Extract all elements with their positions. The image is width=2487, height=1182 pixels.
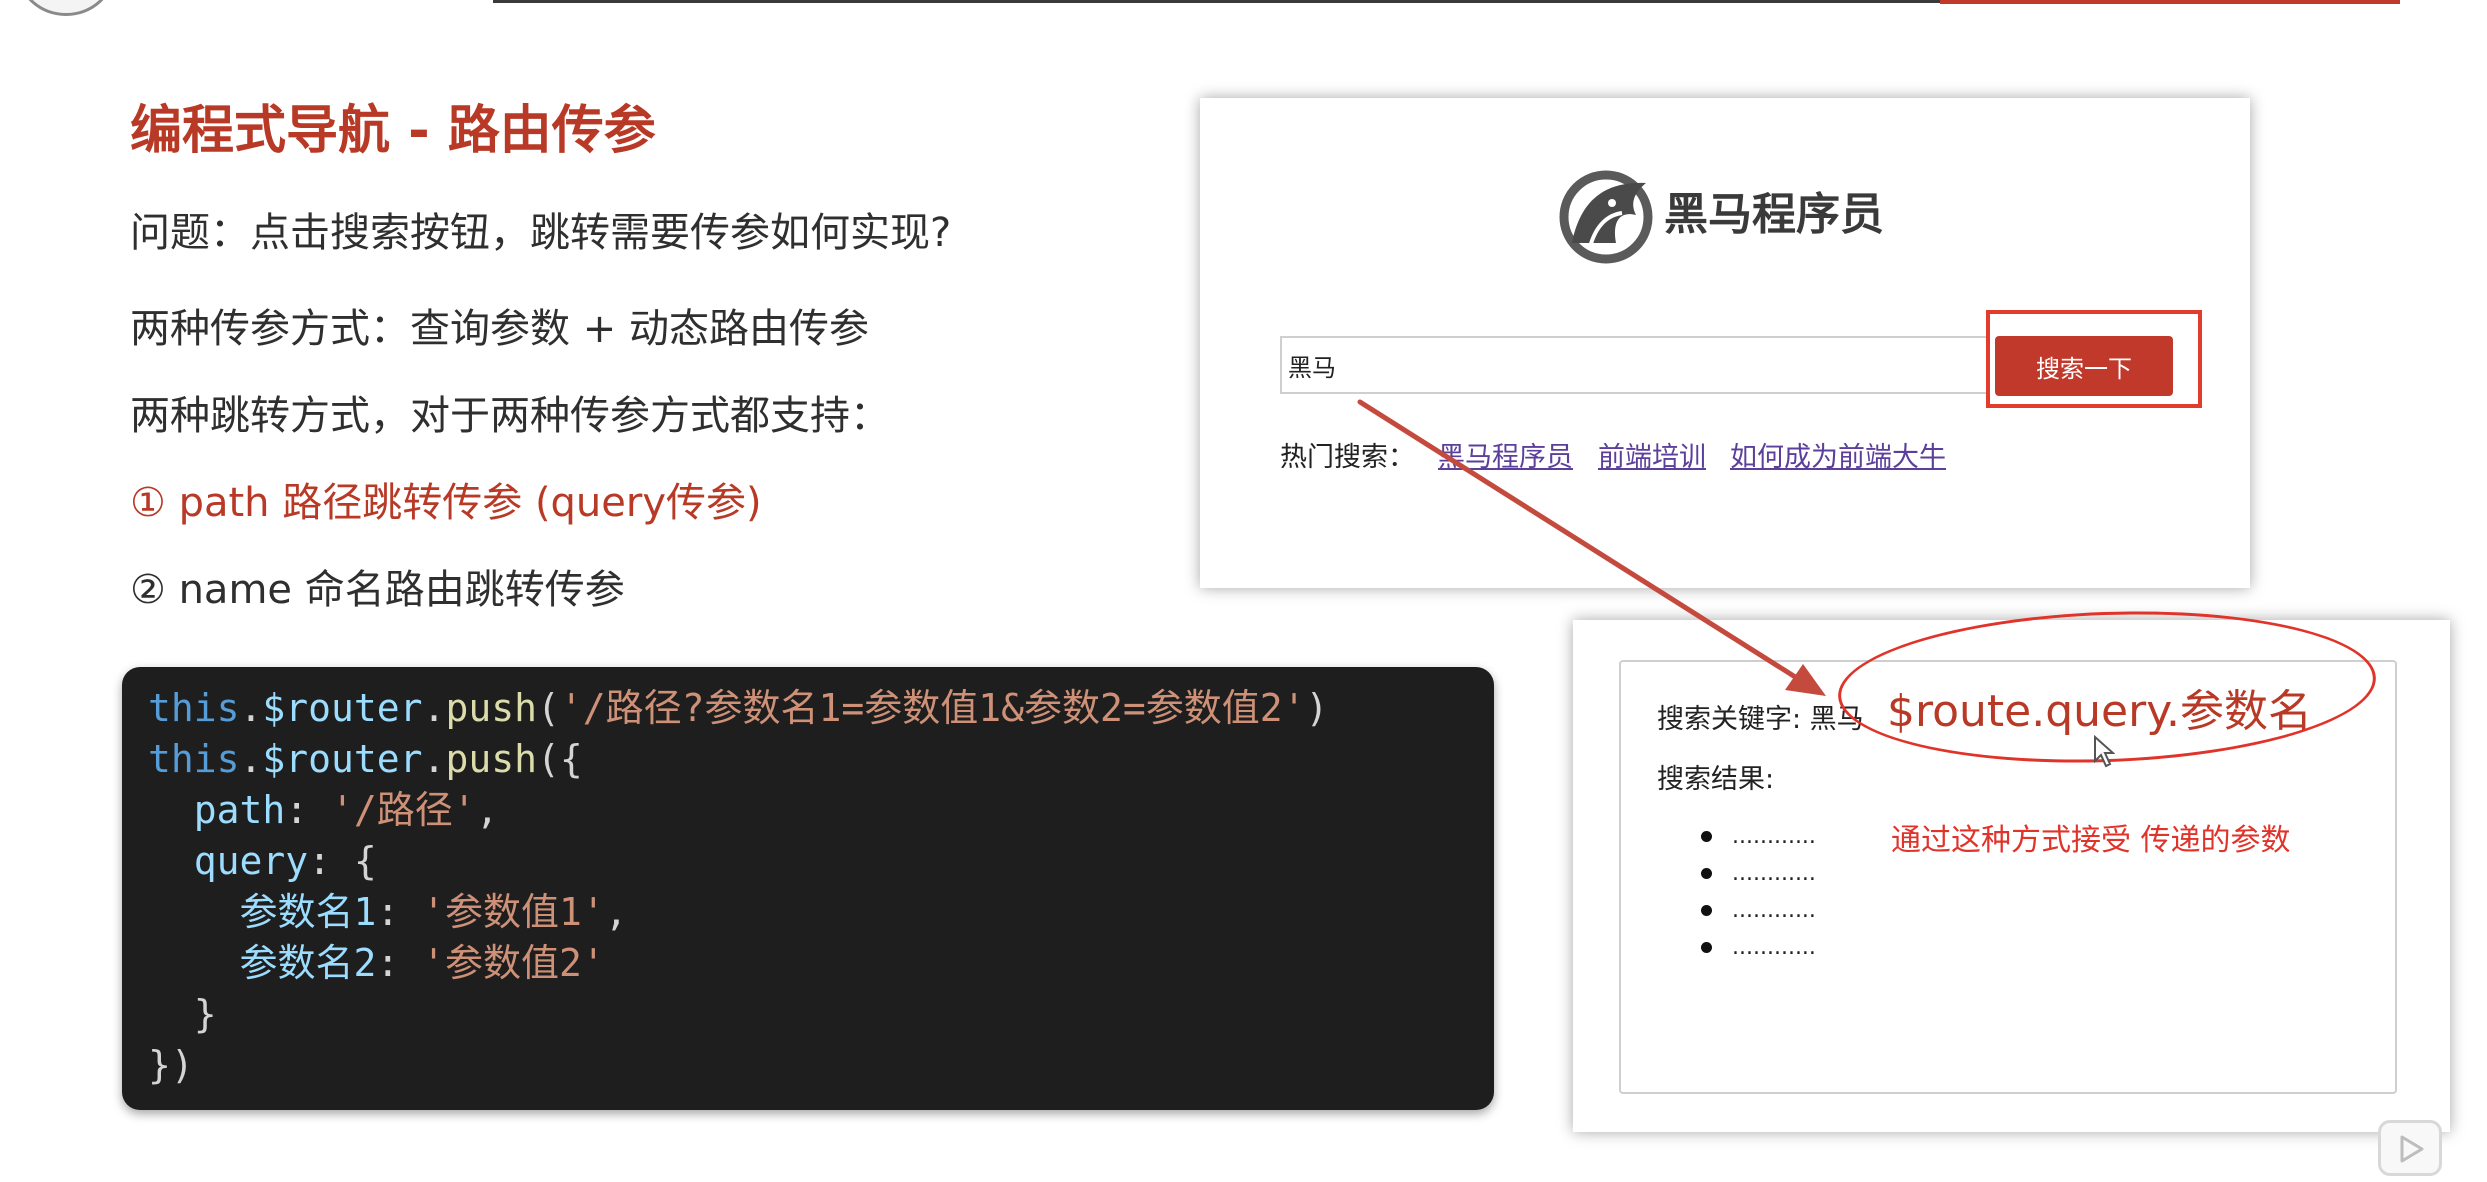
question-text: 问题：点击搜索按钮，跳转需要传参如何实现? [130, 210, 952, 256]
result-placeholder: ............ [1732, 823, 1816, 849]
code-token: : [285, 788, 332, 832]
result-placeholder: ............ [1732, 934, 1816, 960]
horse-head-logo-icon [1559, 170, 1653, 264]
code-token: . [422, 686, 446, 730]
result-list: ............ ............ ............ .… [1701, 817, 1816, 965]
code-token: ({ [536, 737, 583, 781]
code-token: , [475, 788, 499, 832]
code-token: . [239, 737, 263, 781]
slide-title: 编程式导航 - 路由传参 [130, 101, 656, 161]
code-token: ) [1305, 686, 1329, 730]
code-line: 参数名2: '参数值2' [148, 938, 1494, 989]
code-token: : [376, 890, 423, 934]
bullet-icon [1701, 941, 1712, 953]
hot-link[interactable]: 如何成为前端大牛 [1730, 435, 1946, 474]
result-placeholder: ............ [1732, 897, 1816, 923]
code-token: path [148, 788, 286, 832]
code-line: } [148, 989, 1494, 1040]
code-token: 参数名2 [148, 941, 377, 985]
mouse-cursor-icon [2094, 735, 2115, 768]
code-token: query [148, 839, 309, 883]
code-token: : [376, 941, 423, 985]
code-line: this.$router.push('/路径?参数名1=参数值1&参数2=参数值… [148, 683, 1494, 734]
result-placeholder: ............ [1732, 860, 1816, 886]
corner-logo-icon [18, 0, 114, 16]
play-button[interactable] [2378, 1120, 2442, 1176]
keyword-label: 搜索关键字: 黑马 [1657, 704, 1864, 735]
code-line: query: { [148, 836, 1494, 887]
code-line: path: '/路径', [148, 785, 1494, 836]
code-line: }) [148, 1040, 1494, 1091]
code-token: $router [262, 686, 423, 730]
bullet-icon [1701, 904, 1712, 916]
list-item: ............ [1701, 817, 1816, 854]
jump-ways-text: 两种跳转方式，对于两种传参方式都支持： [130, 393, 890, 439]
list-item: ............ [1701, 928, 1816, 965]
code-token: '/路径' [331, 788, 476, 832]
code-line: this.$router.push({ [148, 734, 1494, 785]
code-block: this.$router.push('/路径?参数名1=参数值1&参数2=参数值… [122, 667, 1494, 1110]
play-icon [2400, 1135, 2424, 1163]
code-token: 参数名1 [148, 890, 377, 934]
code-token: . [422, 737, 446, 781]
code-token: ( [536, 686, 560, 730]
search-page-panel: 黑马程序员 搜索一下 热门搜索： 黑马程序员 前端培训 如何成为前端大牛 [1200, 98, 2250, 588]
code-token: this [148, 686, 240, 730]
option-name-text: ② name 命名路由跳转传参 [130, 567, 625, 613]
hot-search-label: 热门搜索： [1280, 442, 1415, 473]
brand-name: 黑马程序员 [1664, 189, 1884, 240]
bullet-icon [1701, 867, 1712, 879]
bullet-icon [1701, 830, 1712, 842]
code-token: '/路径?参数名1=参数值1&参数2=参数值2' [559, 686, 1306, 730]
code-line: 参数名1: '参数值1', [148, 887, 1494, 938]
code-token: '参数值2' [422, 941, 605, 985]
list-item: ............ [1701, 891, 1816, 928]
param-ways-text: 两种传参方式：查询参数 + 动态路由传参 [130, 306, 869, 352]
search-button-highlight [1986, 310, 2202, 408]
top-accent-bar [1940, 0, 2400, 4]
list-item: ............ [1701, 854, 1816, 891]
code-token: } [148, 992, 217, 1036]
hot-link[interactable]: 黑马程序员 [1438, 435, 1573, 474]
result-label: 搜索结果: [1657, 764, 1775, 795]
search-input[interactable] [1280, 336, 1990, 394]
code-token: this [148, 737, 240, 781]
annotation-note: 通过这种方式接受 传递的参数 [1891, 823, 2291, 858]
code-token: : [308, 839, 354, 883]
option-path-text: ① path 路径跳转传参 (query传参) [130, 480, 762, 526]
code-token: $router [262, 737, 423, 781]
hot-link[interactable]: 前端培训 [1598, 435, 1706, 474]
code-token: { [353, 839, 377, 883]
code-token: , [604, 890, 628, 934]
code-token: '参数值1' [422, 890, 605, 934]
code-token: }) [148, 1043, 194, 1087]
code-token: push [445, 737, 537, 781]
code-token: push [445, 686, 537, 730]
code-token: . [239, 686, 263, 730]
